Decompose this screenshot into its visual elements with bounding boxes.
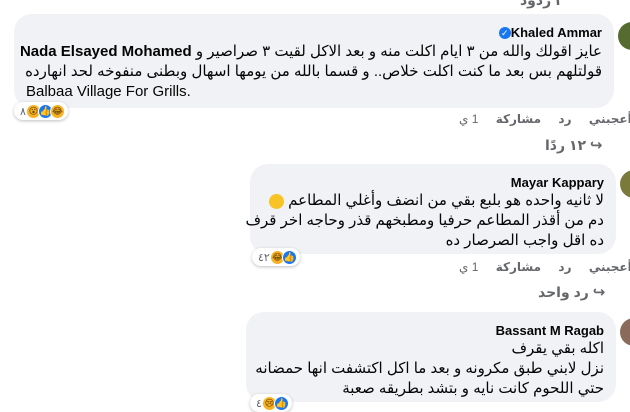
reaction-summary[interactable]: ٤ 😢 👍 [250, 394, 292, 412]
comment-text: ده اقل واجب الصرصار ده [445, 232, 604, 249]
avatar[interactable] [618, 22, 630, 50]
comment-author[interactable]: ✓ Khaled Ammar [26, 24, 602, 42]
haha-icon: 😂 [49, 103, 65, 119]
comment-text: نزل لابني طبق مكرونه و بعد ما اكل اكتشفت… [255, 360, 604, 377]
share-button[interactable]: مشاركة [496, 112, 541, 126]
like-icon: 👍 [273, 395, 289, 411]
mention-tag[interactable]: Nada Elsayed Mohamed [20, 43, 192, 60]
comment-bubble: ✓ Khaled Ammar عايز اقولك والله من ٣ ايام… [14, 14, 614, 108]
comment-actions: أعجبني رد مشاركة 1 ي [445, 112, 630, 126]
view-replies[interactable]: ↪ ١٢ ردًا [545, 136, 603, 154]
comment-bubble: Bassant M Ragab اكله بقي يقرف نزل لابني … [246, 312, 616, 402]
comment-text: حتي اللحوم كانت نايه و بتشد بطريقه صعبة [342, 380, 604, 397]
verified-icon: ✓ [498, 26, 511, 39]
avatar[interactable] [620, 170, 630, 198]
comment-text: اكله بقي يقرف [511, 340, 604, 357]
top-replies-partial[interactable]: ٢ ردود [520, 0, 564, 9]
comment-actions: أعجبني رد مشاركة 1 ي [445, 260, 630, 274]
share-button[interactable]: مشاركة [496, 260, 541, 274]
like-button[interactable]: أعجبني [589, 112, 630, 126]
emoji-icon [269, 193, 285, 209]
view-replies[interactable]: ↪ رد واحد [538, 283, 605, 301]
avatar[interactable] [620, 318, 630, 346]
comment-text: دم من أقذر المطاعم حرفيا ومطبخهم قذر وحا… [245, 212, 604, 229]
comment-author[interactable]: Mayar Kappary [262, 174, 604, 191]
reaction-summary[interactable]: ٤٢ 😂 👍 [252, 248, 300, 266]
reply-arrow-icon: ↪ [589, 137, 603, 154]
like-button[interactable]: أعجبني [589, 260, 630, 274]
comment-author[interactable]: Bassant M Ragab [258, 322, 604, 339]
comment-text: Balbaa Village For Grills. [26, 83, 191, 100]
comment-text: عايز اقولك والله من ٣ ايام اكلت منه و بع… [19, 43, 602, 60]
comment-text: قولتلهم بس بعد ما كنت اكلت خلاص.. و قسما… [25, 63, 602, 80]
reaction-summary[interactable]: ٨ 😮 👍 😂 [14, 102, 68, 120]
like-icon: 👍 [281, 249, 297, 265]
reply-button[interactable]: رد [558, 260, 571, 274]
comment-text: لا ثانيه واحده هو بلبع بقي من انضف وأغلي… [262, 191, 604, 211]
timestamp[interactable]: 1 ي [459, 260, 478, 274]
comment-bubble: Mayar Kappary لا ثانيه واحده هو بلبع بقي… [245, 164, 616, 254]
reply-button[interactable]: رد [558, 112, 571, 126]
reply-arrow-icon: ↪ [592, 284, 606, 301]
timestamp[interactable]: 1 ي [459, 112, 478, 126]
